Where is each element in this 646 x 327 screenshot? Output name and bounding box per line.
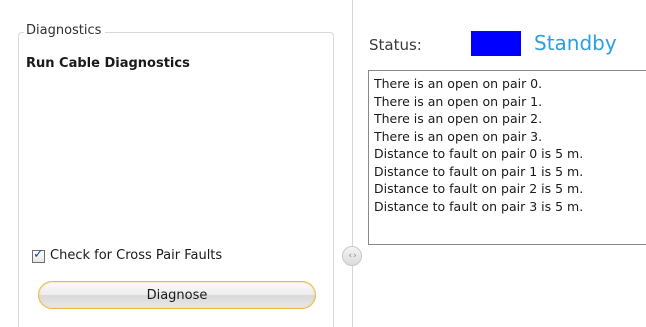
cross-pair-faults-checkbox[interactable]: ✓ <box>32 246 45 263</box>
cross-pair-faults-option[interactable]: ✓ Check for Cross Pair Faults <box>32 246 222 264</box>
log-line: There is an open on pair 3. <box>374 128 543 144</box>
diagnostics-log[interactable]: There is an open on pair 0. There is an … <box>368 70 646 245</box>
run-cable-diagnostics-heading: Run Cable Diagnostics <box>26 56 190 71</box>
cross-pair-faults-label[interactable]: Check for Cross Pair Faults <box>50 248 222 264</box>
log-line: There is an open on pair 1. <box>374 93 543 109</box>
diagnose-button[interactable]: Diagnose <box>38 281 316 309</box>
log-line: Distance to fault on pair 0 is 5 m. <box>374 146 584 161</box>
status-indicator <box>471 31 521 56</box>
collapse-expand-icon[interactable]: ‹› <box>342 246 362 266</box>
log-line: Distance to fault on pair 3 is 5 m. <box>374 198 584 214</box>
status-value: Standby <box>534 31 617 55</box>
log-line: There is an open on pair 0. <box>374 76 543 91</box>
cable-diagnostics-window: Diagnostics Run Cable Diagnostics ✓ Chec… <box>0 0 646 327</box>
panel-splitter[interactable] <box>352 0 353 327</box>
diagnostics-group-title: Diagnostics <box>24 23 106 39</box>
status-label: Status: <box>369 36 422 54</box>
checkmark-icon: ✓ <box>33 246 44 262</box>
log-line: Distance to fault on pair 1 is 5 m. <box>374 163 584 179</box>
log-line: There is an open on pair 2. <box>374 111 543 126</box>
log-line: Distance to fault on pair 2 is 5 m. <box>374 181 584 196</box>
